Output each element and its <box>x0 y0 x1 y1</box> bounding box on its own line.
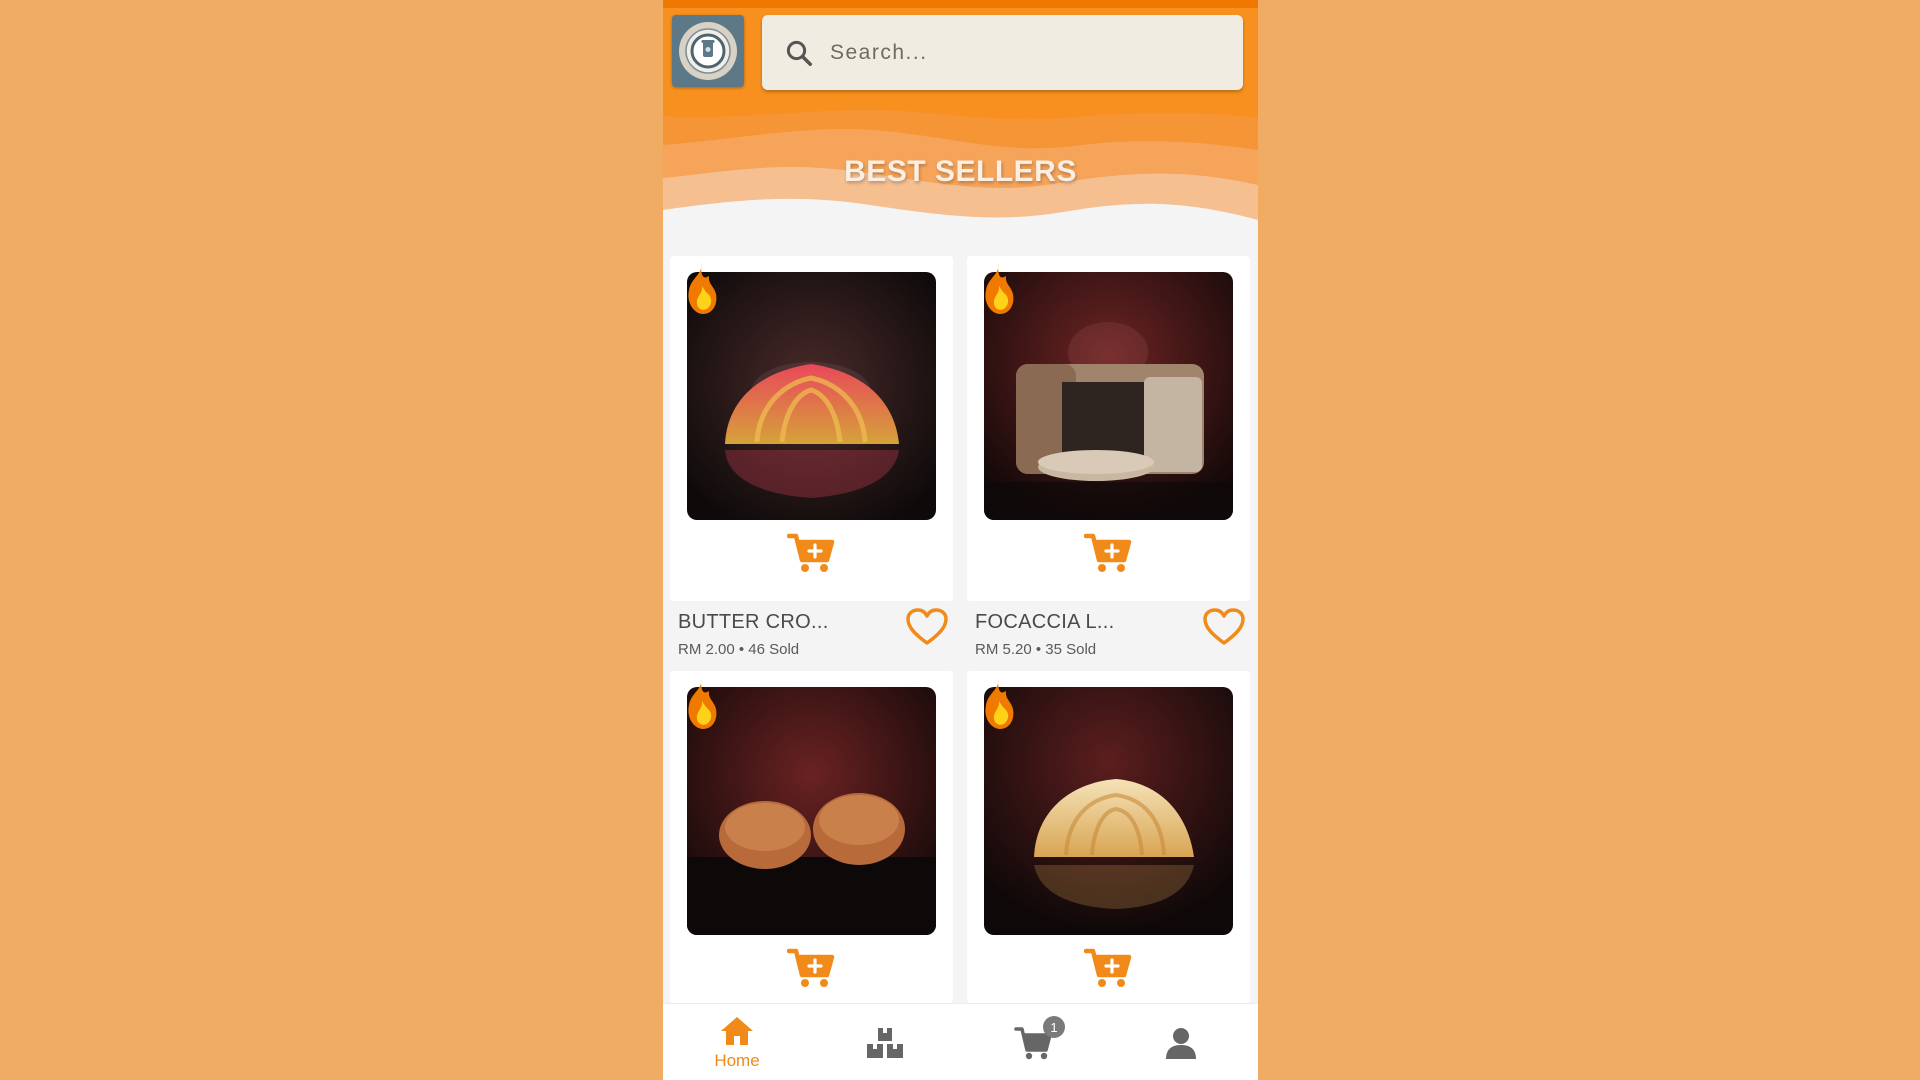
product-price-sold: RM 5.20 • 35 Sold <box>975 641 1097 658</box>
product-image[interactable] <box>984 687 1233 935</box>
status-bar <box>663 0 1258 8</box>
nav-item-orders[interactable] <box>811 1004 959 1080</box>
add-to-cart-icon[interactable] <box>787 947 835 989</box>
product-info: FOCACCIA L... RM 5.20 • 35 Sold <box>967 601 1250 665</box>
flame-icon <box>688 264 717 314</box>
person-icon <box>1166 1027 1196 1059</box>
flame-icon <box>985 679 1014 729</box>
product-price-sold: RM 2.00 • 46 Sold <box>678 641 800 658</box>
header: BEST SELLERS <box>663 0 1258 240</box>
favorite-heart-icon[interactable] <box>905 607 949 647</box>
nav-label-home: Home <box>714 1050 760 1070</box>
home-icon <box>721 1016 753 1045</box>
add-to-cart-icon[interactable] <box>1084 532 1132 574</box>
product-card[interactable] <box>670 671 953 1003</box>
product-info: BUTTER CRO... RM 2.00 • 46 Sold <box>670 601 953 665</box>
flame-icon <box>985 264 1014 314</box>
product-card[interactable] <box>967 256 1250 601</box>
product-card[interactable] <box>967 671 1250 1003</box>
bottom-navigation: Home 1 <box>663 1003 1258 1080</box>
logo-badge-icon <box>679 22 737 80</box>
nav-item-profile[interactable] <box>1107 1004 1255 1080</box>
product-card[interactable] <box>670 256 953 601</box>
search-bar[interactable] <box>762 15 1243 90</box>
product-image[interactable] <box>687 272 936 520</box>
favorite-heart-icon[interactable] <box>1202 607 1246 647</box>
boxes-icon <box>867 1027 903 1058</box>
add-to-cart-icon[interactable] <box>787 532 835 574</box>
app-screen: BEST SELLERS <box>663 0 1258 1080</box>
add-to-cart-icon[interactable] <box>1084 947 1132 989</box>
search-icon <box>786 40 812 66</box>
nav-item-home[interactable]: Home <box>663 1004 811 1080</box>
product-image[interactable] <box>984 272 1233 520</box>
product-image[interactable] <box>687 687 936 935</box>
nav-item-cart[interactable]: 1 <box>959 1004 1107 1080</box>
product-name: BUTTER CRO... <box>678 611 829 633</box>
search-input[interactable] <box>830 40 1210 65</box>
product-name: FOCACCIA L... <box>975 611 1115 633</box>
app-logo[interactable] <box>672 15 744 87</box>
section-title: BEST SELLERS <box>844 155 1077 188</box>
flame-icon <box>688 679 717 729</box>
cart-count-badge: 1 <box>1043 1016 1065 1038</box>
